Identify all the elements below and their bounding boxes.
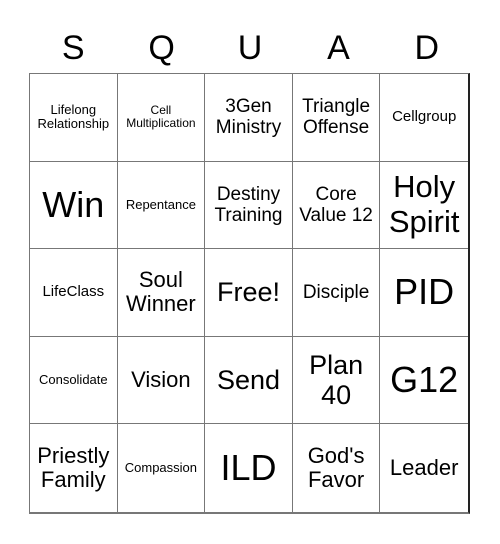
- bingo-cell[interactable]: Disciple: [292, 249, 381, 337]
- bingo-cell[interactable]: Core Value 12: [292, 161, 381, 250]
- bingo-cell[interactable]: Win: [30, 161, 118, 250]
- bingo-cell[interactable]: Consolidate: [30, 336, 118, 425]
- bingo-cell[interactable]: God's Favor: [293, 424, 381, 512]
- bingo-cell[interactable]: Priestly Family: [30, 424, 118, 512]
- bingo-cell[interactable]: Vision: [117, 336, 206, 425]
- bingo-cell[interactable]: Plan 40: [292, 336, 381, 425]
- header-letter-q: Q: [148, 29, 175, 67]
- bingo-cell[interactable]: Compassion: [118, 424, 206, 512]
- bingo-cell[interactable]: Cell Multiplication: [117, 74, 206, 162]
- header-letter-a: A: [327, 29, 350, 67]
- header-letter-s: S: [61, 29, 85, 67]
- bingo-grid: Lifelong Relationship Cell Multiplication…: [29, 73, 470, 514]
- bingo-cell[interactable]: Send: [205, 336, 293, 425]
- bingo-cell[interactable]: ILD: [205, 424, 293, 512]
- bingo-cell[interactable]: Cellgroup: [380, 74, 468, 162]
- bingo-cell[interactable]: Destiny Training: [205, 161, 293, 250]
- bingo-cell[interactable]: Soul Winner: [117, 249, 206, 337]
- bingo-cell[interactable]: Leader: [380, 424, 468, 512]
- bingo-cell[interactable]: Lifelong Relationship: [30, 74, 118, 162]
- bingo-cell[interactable]: G12: [380, 337, 468, 425]
- bingo-cell[interactable]: 3Gen Ministry: [205, 74, 293, 162]
- bingo-cell[interactable]: Triangle Offense: [292, 74, 381, 162]
- bingo-cell[interactable]: Repentance: [117, 161, 206, 250]
- bingo-cell[interactable]: LifeClass: [30, 249, 118, 337]
- header-letter-u: U: [237, 29, 263, 67]
- bingo-header: S Q U A D: [29, 24, 471, 72]
- free-space-cell[interactable]: Free!: [205, 249, 293, 337]
- header-letter-d: D: [414, 29, 440, 67]
- bingo-cell[interactable]: PID: [380, 249, 468, 337]
- bingo-cell[interactable]: Holy Spirit: [380, 162, 468, 250]
